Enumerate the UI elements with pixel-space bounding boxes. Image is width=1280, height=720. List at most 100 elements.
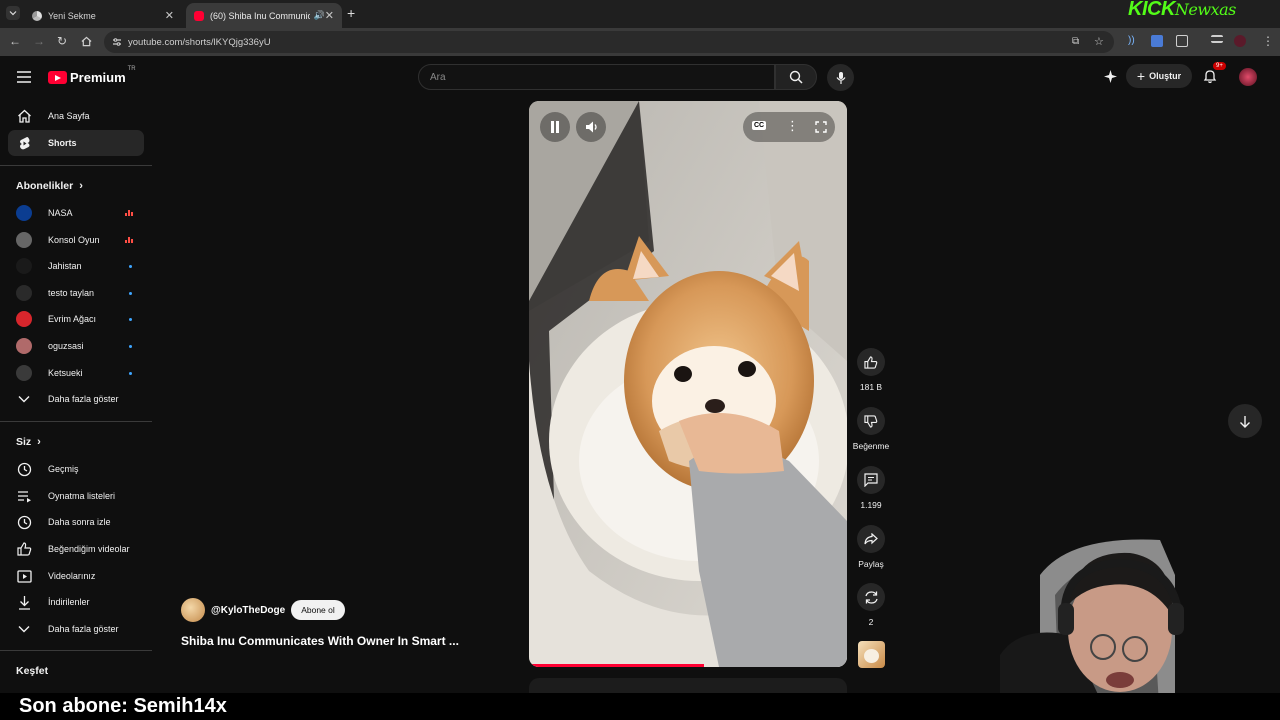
extensions-puzzle-icon[interactable] <box>1176 35 1188 47</box>
browser-tab-youtube[interactable]: (60) Shiba Inu Communicate 🔊 ✕ <box>186 3 342 28</box>
brand-label: Premium <box>70 70 126 85</box>
account-avatar[interactable] <box>1239 68 1257 86</box>
channel-avatar[interactable] <box>181 598 205 622</box>
next-short-button[interactable] <box>1228 404 1262 438</box>
translate-icon[interactable] <box>1151 35 1163 47</box>
speaker-icon[interactable]: 🔊 <box>314 10 325 21</box>
sidebar-item-your-videos[interactable]: Videolarınız <box>8 563 144 589</box>
sidebar-show-more-you[interactable]: Daha fazla göster <box>8 616 144 642</box>
sidebar-item-subscription[interactable]: testo taylan <box>8 280 144 306</box>
sidebar-item-playlists[interactable]: Oynatma listeleri <box>8 483 144 509</box>
hamburger-menu-icon[interactable] <box>17 71 31 83</box>
tab-title: Yeni Sekme <box>48 10 96 21</box>
channel-avatar <box>16 232 32 248</box>
pause-button[interactable] <box>540 112 570 142</box>
pause-icon <box>551 121 559 133</box>
region-code: TR <box>127 66 136 72</box>
comments-button[interactable] <box>857 466 885 494</box>
bookmark-star-icon[interactable]: ☆ <box>1094 35 1104 48</box>
notifications-bell-icon[interactable] <box>1203 69 1217 84</box>
address-bar[interactable]: youtube.com/shorts/lKYQjg336yU ⧉ ☆ <box>104 31 1114 53</box>
last-subscriber-text: Son abone: Semih14x <box>19 695 227 717</box>
divider <box>0 421 152 422</box>
short-title[interactable]: Shiba Inu Communicates With Owner In Sma… <box>181 634 481 648</box>
fullscreen-icon[interactable] <box>815 121 827 133</box>
chevron-down-icon <box>18 626 30 633</box>
sidebar-item-liked-videos[interactable]: Beğendiğim videolar <box>8 536 144 562</box>
volume-button[interactable] <box>576 112 606 142</box>
subscribe-button[interactable]: Abone ol <box>291 600 345 620</box>
sidebar-item-subscription[interactable]: oguzsasi <box>8 333 144 359</box>
kick-watermark: KICKNewxas <box>1128 0 1236 20</box>
remix-button[interactable] <box>857 583 885 611</box>
volume-icon <box>585 121 597 133</box>
divider <box>0 650 152 651</box>
media-controls-icon[interactable] <box>1211 35 1223 43</box>
short-video-player[interactable]: CC ⋮ <box>529 101 847 667</box>
sidebar-item-subscription[interactable]: NASA <box>8 200 144 226</box>
channel-avatar <box>16 365 32 381</box>
share-button[interactable] <box>857 525 885 553</box>
sidebar-item-downloads[interactable]: İndirilenler <box>8 589 144 615</box>
reload-icon[interactable]: ↻ <box>57 34 67 48</box>
download-icon <box>18 595 30 610</box>
youtube-logo-icon <box>48 71 67 84</box>
browser-menu-icon[interactable]: ⋮ <box>1262 34 1274 48</box>
youtube-favicon-icon <box>194 10 204 21</box>
notification-count-badge: 9+ <box>1213 62 1226 70</box>
home-icon <box>17 109 31 123</box>
youtube-premium-logo[interactable]: Premium TR <box>48 66 136 85</box>
extension-audio-icon[interactable]: )) <box>1128 35 1140 47</box>
back-icon[interactable]: ← <box>9 34 21 48</box>
captions-icon[interactable]: CC <box>752 121 767 130</box>
channel-avatar <box>16 258 32 274</box>
subscription-label: Evrim Ağacı <box>48 314 97 324</box>
sidebar-show-more-subscriptions[interactable]: Daha fazla göster <box>8 386 144 412</box>
dislike-button[interactable] <box>857 407 885 435</box>
more-options-icon[interactable]: ⋮ <box>786 118 799 134</box>
site-info-icon[interactable] <box>112 37 122 47</box>
shorts-sparkle-icon[interactable] <box>1103 69 1118 84</box>
sidebar-item-home[interactable]: Ana Sayfa <box>8 103 144 129</box>
forward-icon[interactable]: → <box>33 34 45 48</box>
you-heading[interactable]: Siz › <box>16 436 41 448</box>
search-button[interactable] <box>775 64 817 90</box>
profile-avatar-icon[interactable] <box>1234 35 1246 47</box>
thumbs-down-icon <box>864 414 878 428</box>
close-icon[interactable]: ✕ <box>325 9 334 22</box>
new-tab-button[interactable]: + <box>347 5 355 21</box>
video-progress-bar[interactable] <box>529 664 704 667</box>
voice-search-button[interactable] <box>827 64 854 91</box>
sidebar-item-history[interactable]: Geçmiş <box>8 456 144 482</box>
url-text: youtube.com/shorts/lKYQjg336yU <box>128 36 271 48</box>
home-icon[interactable] <box>81 36 92 47</box>
new-content-dot <box>129 292 132 295</box>
sidebar-item-subscription[interactable]: Jahistan <box>8 253 144 279</box>
chevron-down-icon <box>18 396 30 403</box>
next-short-preview <box>529 678 847 693</box>
sidebar-item-subscription[interactable]: Ketsueki <box>8 360 144 386</box>
cast-icon[interactable]: ⧉ <box>1072 36 1079 47</box>
subscription-label: NASA <box>48 208 73 218</box>
channel-avatar <box>16 311 32 327</box>
sidebar-item-subscription[interactable]: Konsol Oyun <box>8 227 144 253</box>
close-icon[interactable]: ✕ <box>165 9 174 22</box>
video-icon <box>16 569 32 583</box>
sidebar-item-shorts[interactable]: Shorts <box>8 130 144 156</box>
search-input[interactable]: Ara <box>418 64 775 90</box>
subscription-label: Konsol Oyun <box>48 235 100 245</box>
video-controls-group: CC ⋮ <box>743 112 835 142</box>
create-button[interactable]: + Oluştur <box>1126 64 1192 88</box>
subscriptions-heading[interactable]: Abonelikler › <box>16 180 83 192</box>
browser-tab-new[interactable]: Yeni Sekme ✕ <box>24 3 182 28</box>
sidebar-item-watch-later[interactable]: Daha sonra izle <box>8 509 144 535</box>
explore-heading: Keşfet <box>16 665 49 677</box>
tab-list-dropdown[interactable] <box>6 6 20 20</box>
like-button[interactable] <box>857 348 885 376</box>
audio-source-thumbnail[interactable] <box>858 641 885 668</box>
channel-row: @KyloTheDoge Abone ol <box>181 598 345 622</box>
sidebar-item-subscription[interactable]: Evrim Ağacı <box>8 306 144 332</box>
subscription-label: testo taylan <box>48 288 95 298</box>
channel-name[interactable]: @KyloTheDoge <box>211 605 285 616</box>
share-label: Paylaş <box>858 559 884 569</box>
